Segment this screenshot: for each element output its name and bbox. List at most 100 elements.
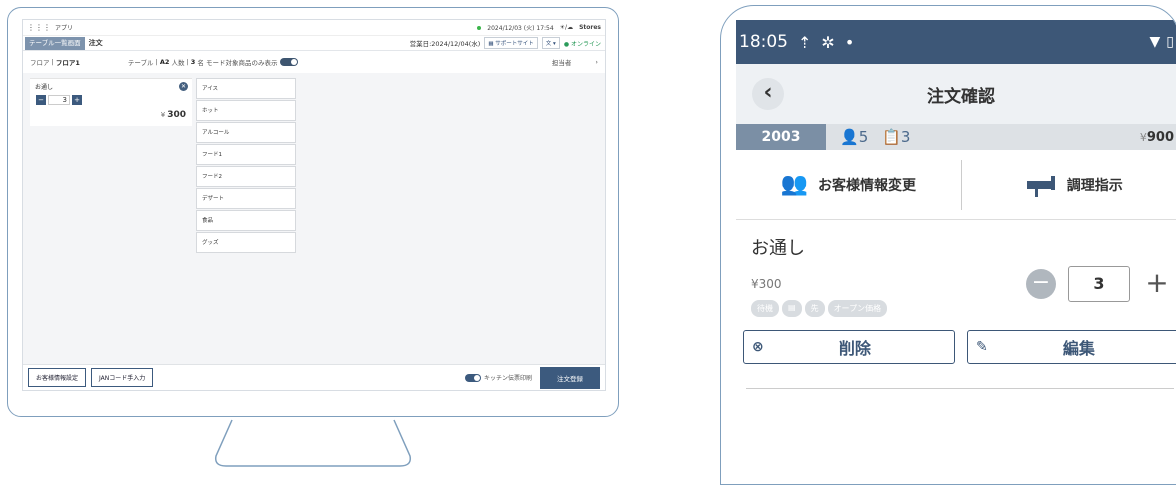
connection-dot-icon <box>477 26 481 30</box>
people-value: 3 <box>191 58 196 66</box>
yen-sign: ¥ <box>751 277 759 291</box>
order-total-value: 900 <box>1147 130 1174 145</box>
category-button[interactable]: フード2 <box>196 166 296 187</box>
staff-label[interactable]: 担当者 <box>552 57 572 67</box>
system-bar: ⋮⋮⋮ アプリ 2024/12/03 (火) 17:54 ☀/☁ Stores <box>23 20 605 36</box>
mode-label: モード対象商品のみ表示 <box>206 57 278 67</box>
tag-first: 先 <box>805 300 825 317</box>
mobile-quantity-value[interactable]: 3 <box>1068 266 1130 302</box>
kitchen-print-toggle[interactable] <box>465 374 481 382</box>
category-button[interactable]: フード1 <box>196 144 296 165</box>
mobile-time: 18:05 <box>739 32 788 52</box>
online-status: ● オンライン <box>564 39 601 48</box>
category-button[interactable]: グッズ <box>196 232 296 253</box>
table-number: 2003 <box>736 124 826 150</box>
tag-comment: ▤ <box>782 300 802 317</box>
mobile-actions: 👥 お客様情報変更 調理指示 <box>736 150 1176 220</box>
mobile-header: ‹ 注文確認 <box>736 64 1176 124</box>
title-bar: テーブル一覧画面 注文 営業日:2024/12/04(水) ▦ サポートサイト … <box>23 36 605 51</box>
desktop-screen: ⋮⋮⋮ アプリ 2024/12/03 (火) 17:54 ☀/☁ Stores … <box>22 19 606 391</box>
support-site-label: サポートサイト <box>495 41 534 47</box>
support-site-button[interactable]: ▦ サポートサイト <box>484 37 537 49</box>
people-unit: 名 <box>197 57 204 67</box>
person-icon: 👤 <box>840 128 859 146</box>
language-label: 文 <box>546 41 552 47</box>
mobile-page-title: 注文確認 <box>927 82 995 107</box>
customer-change-label: お客様情報変更 <box>818 175 916 195</box>
category-button[interactable]: デザート <box>196 188 296 209</box>
page-title: 注文 <box>89 38 103 48</box>
item-name: お通し <box>35 82 53 91</box>
orders-value: 3 <box>901 128 911 146</box>
separator <box>746 388 1174 389</box>
delete-button[interactable]: ⊗ 削除 <box>743 330 955 364</box>
category-list: アイス ホット アルコール フード1 フード2 デザート 食品 グッズ <box>196 78 296 254</box>
quantity-value[interactable]: 3 <box>48 95 70 105</box>
book-icon: ▦ <box>488 41 493 47</box>
system-datetime: 2024/12/03 (火) 17:54 <box>487 23 553 32</box>
item-price: ¥300 <box>161 110 186 120</box>
mobile-item-name: お通し <box>751 234 1171 260</box>
delete-label: 削除 <box>764 335 946 359</box>
category-button[interactable]: アルコール <box>196 122 296 143</box>
mobile-increase-button[interactable]: + <box>1142 269 1172 299</box>
tab-table-list[interactable]: テーブル一覧画面 <box>25 37 85 50</box>
quantity-stepper: − 3 + <box>36 95 82 105</box>
monitor-stand <box>214 418 412 470</box>
guests-count: 👤5 <box>840 128 868 146</box>
mobile-item-price-value: 300 <box>759 277 782 291</box>
desktop-monitor: ⋮⋮⋮ アプリ 2024/12/03 (火) 17:54 ☀/☁ Stores … <box>7 7 619 417</box>
remove-item-icon[interactable]: ✕ <box>179 82 188 91</box>
order-content: お通し ✕ − 3 + ¥300 アイス ホット アルコール フード1 フード2… <box>23 73 605 364</box>
cooking-instruction-button[interactable]: 調理指示 <box>962 173 1176 197</box>
upload-icon: ⇡ <box>798 33 811 52</box>
people-label: 人数 <box>171 57 184 67</box>
people-icon: 👥 <box>781 172 808 197</box>
jan-code-button[interactable]: JANコード手入力 <box>91 368 153 387</box>
decrease-button[interactable]: − <box>36 95 46 105</box>
kitchen-print-toggle-wrap: キッチン伝票印刷 <box>465 373 532 382</box>
tag-open-price: オープン価格 <box>828 300 888 317</box>
floor-label: フロア <box>30 57 50 67</box>
mode-toggle[interactable] <box>280 58 298 66</box>
mobile-decrease-button[interactable]: − <box>1026 269 1056 299</box>
settings-icon: ✲ <box>821 33 834 52</box>
cooking-instruction-label: 調理指示 <box>1067 175 1123 195</box>
customer-change-button[interactable]: 👥 お客様情報変更 <box>736 172 961 197</box>
app-name: アプリ <box>55 23 73 32</box>
online-label: オンライン <box>571 41 601 48</box>
edit-label: 編集 <box>988 335 1170 359</box>
tag-wait: 待機 <box>751 300 779 317</box>
customer-info-button[interactable]: お客様情報設定 <box>28 368 86 387</box>
mobile-screen: 18:05 ⇡ ✲ • ▼ ▯ ‹ 注文確認 2003 👤5 📋3 ¥900 👥 <box>736 20 1176 480</box>
item-price-value: 300 <box>167 110 186 120</box>
item-tags: 待機 ▤ 先 オープン価格 <box>751 300 1171 317</box>
floor-bar: フロア | フロア1 テーブル | A2 人数 | 3 名 モード対象商品のみ表… <box>23 51 605 72</box>
order-item-card: お通し ✕ − 3 + ¥300 <box>30 78 192 126</box>
edit-button[interactable]: ✎ 編集 <box>967 330 1176 364</box>
apps-grid-icon[interactable]: ⋮⋮⋮ <box>27 23 51 32</box>
category-button[interactable]: ホット <box>196 100 296 121</box>
increase-button[interactable]: + <box>72 95 82 105</box>
register-order-button[interactable]: 注文登録 <box>540 367 600 389</box>
battery-icon: ▯ <box>1166 34 1174 50</box>
back-button[interactable]: ‹ <box>752 78 784 110</box>
clipboard-icon: 📋 <box>882 128 901 146</box>
category-button[interactable]: アイス <box>196 78 296 99</box>
chevron-right-icon[interactable]: › <box>595 58 598 66</box>
category-button[interactable]: 食品 <box>196 210 296 231</box>
yen-sign: ¥ <box>161 111 165 119</box>
mobile-item-buttons: ⊗ 削除 ✎ 編集 <box>736 330 1176 364</box>
order-total: ¥900 <box>1140 130 1174 145</box>
floor-value[interactable]: フロア1 <box>56 57 80 67</box>
language-button[interactable]: 文 ▾ <box>542 37 560 49</box>
kitchen-print-label: キッチン伝票印刷 <box>484 373 532 382</box>
order-info-bar: 2003 👤5 📋3 ¥900 <box>736 124 1176 150</box>
orders-count: 📋3 <box>882 128 910 146</box>
mobile-quantity-stepper: − 3 + <box>1026 266 1172 302</box>
table-value: A2 <box>160 58 170 66</box>
mobile-status-bar: 18:05 ⇡ ✲ • ▼ ▯ <box>736 20 1176 64</box>
kitchen-counter-icon <box>1025 173 1057 197</box>
mobile-device: 18:05 ⇡ ✲ • ▼ ▯ ‹ 注文確認 2003 👤5 📋3 ¥900 👥 <box>720 5 1176 485</box>
dot-icon: • <box>845 33 854 52</box>
